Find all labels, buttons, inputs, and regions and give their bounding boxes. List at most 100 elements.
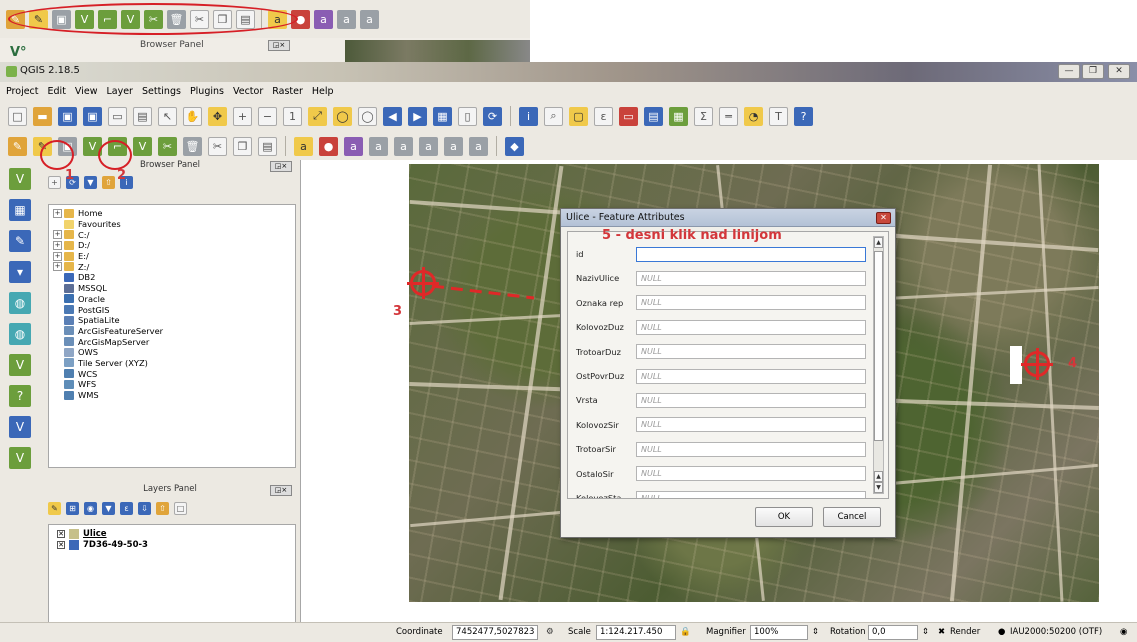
- expression-select-icon[interactable]: ε: [594, 106, 613, 126]
- menu-help[interactable]: Help: [312, 86, 334, 97]
- new-map-view-icon[interactable]: ▦: [433, 106, 452, 126]
- zoom-selection-icon[interactable]: ◯: [333, 106, 352, 126]
- zoom-layer-icon[interactable]: ◯: [358, 106, 377, 126]
- open-project-icon[interactable]: ▬: [33, 106, 52, 126]
- refresh-icon[interactable]: ⟳: [483, 106, 502, 126]
- browser-item[interactable]: OWS: [53, 347, 295, 358]
- browser-item[interactable]: WFS: [53, 379, 295, 390]
- browser-item[interactable]: + Home: [53, 208, 295, 219]
- copy-features-icon[interactable]: ❐: [233, 136, 252, 156]
- cut-features-icon[interactable]: ✂: [208, 136, 227, 156]
- save-project-icon[interactable]: ▣: [58, 106, 77, 126]
- add-selected-icon[interactable]: +: [48, 176, 61, 189]
- diagram-icon[interactable]: ●: [319, 136, 338, 156]
- delete-selected-icon[interactable]: 🗑: [183, 136, 202, 156]
- browser-item[interactable]: PostGIS: [53, 304, 295, 315]
- current-edits-icon[interactable]: ✎: [8, 136, 27, 156]
- coordinate-field[interactable]: 7452477,5027823: [452, 625, 538, 640]
- add-vector-layer-icon[interactable]: V: [9, 168, 31, 190]
- scroll-up-icon[interactable]: ▲: [874, 237, 883, 248]
- select-by-area-icon[interactable]: ▢: [569, 106, 588, 126]
- add-postgis-layer-icon[interactable]: ✎: [9, 230, 31, 252]
- label-abc-icon[interactable]: a: [294, 136, 313, 156]
- browser-item[interactable]: + D:/: [53, 240, 295, 251]
- label-show-icon[interactable]: a: [337, 9, 356, 29]
- rotation-spinbox[interactable]: 0,0: [868, 625, 918, 640]
- layer-visibility-checkbox[interactable]: ✕: [57, 529, 65, 538]
- ok-button[interactable]: OK: [755, 507, 813, 527]
- expand-icon[interactable]: +: [53, 240, 62, 250]
- browser-item[interactable]: Tile Server (XYZ): [53, 358, 295, 369]
- browser-item[interactable]: ArcGisFeatureServer: [53, 326, 295, 337]
- collapse-all-icon[interactable]: ⇧: [156, 502, 169, 515]
- rotation-stepper-icon[interactable]: ⇕: [922, 627, 929, 637]
- remove-layer-icon[interactable]: □: [174, 502, 187, 515]
- label-props-icon[interactable]: a: [469, 136, 488, 156]
- field-input[interactable]: NULL: [636, 441, 866, 457]
- layer-item[interactable]: ✕ 7D36-49-50-3: [57, 539, 295, 550]
- magnifier-spinbox[interactable]: 100%: [750, 625, 808, 640]
- scroll-thumb[interactable]: [874, 251, 883, 441]
- vertex-tool-icon[interactable]: ✂: [158, 136, 177, 156]
- label-move-icon[interactable]: a: [360, 9, 379, 29]
- scale-lock-icon[interactable]: 🔒: [680, 627, 691, 637]
- pan-hand-icon[interactable]: ✋: [183, 106, 202, 126]
- menu-view[interactable]: View: [75, 86, 98, 97]
- visibility-eye-icon[interactable]: ◉: [84, 502, 97, 515]
- scroll-down-icon[interactable]: ▼: [874, 482, 883, 493]
- menu-plugins[interactable]: Plugins: [190, 86, 224, 97]
- expand-icon[interactable]: +: [53, 251, 62, 261]
- map-tips-icon[interactable]: ◔: [744, 106, 763, 126]
- label-change-icon[interactable]: a: [444, 136, 463, 156]
- browser-item[interactable]: MSSQL: [53, 283, 295, 294]
- dialog-close-icon[interactable]: ✕: [876, 212, 891, 224]
- browser-item[interactable]: + C:/: [53, 229, 295, 240]
- menu-project[interactable]: Project: [6, 86, 39, 97]
- expand-icon[interactable]: +: [53, 262, 62, 272]
- add-wfs-layer-icon[interactable]: V: [9, 354, 31, 376]
- new-project-icon[interactable]: □: [8, 106, 27, 126]
- crs-globe-icon[interactable]: ●: [998, 627, 1005, 637]
- browser-item[interactable]: Oracle: [53, 294, 295, 305]
- field-input[interactable]: [636, 246, 866, 262]
- node-tool-icon[interactable]: V: [133, 136, 152, 156]
- select-features-icon[interactable]: ⌕: [544, 106, 563, 126]
- label-pin-icon[interactable]: a: [314, 9, 333, 29]
- browser-item[interactable]: + E:/: [53, 251, 295, 262]
- scale-combo[interactable]: 1:124.217.450: [596, 625, 676, 640]
- browser-panel-close-icon[interactable]: ◲×: [270, 161, 292, 172]
- field-input[interactable]: NULL: [636, 344, 866, 360]
- crs-label[interactable]: IAU2000:50200 (OTF): [1010, 627, 1102, 637]
- cancel-button[interactable]: Cancel: [823, 507, 881, 527]
- filter-legend-icon[interactable]: ▼: [102, 502, 115, 515]
- menu-settings[interactable]: Settings: [142, 86, 181, 97]
- maximize-icon[interactable]: ❐: [1082, 64, 1104, 79]
- filter-icon[interactable]: ▼: [84, 176, 97, 189]
- zoom-native-icon[interactable]: 1: [283, 106, 302, 126]
- panel-close-icon[interactable]: ◲×: [268, 40, 290, 51]
- field-input[interactable]: NULL: [636, 490, 866, 498]
- zoom-last-icon[interactable]: ◀: [383, 106, 402, 126]
- field-input[interactable]: NULL: [636, 392, 866, 408]
- messages-icon[interactable]: ◉: [1120, 627, 1127, 637]
- scroll-up-icon[interactable]: ▲: [874, 471, 883, 482]
- new-shapefile-icon[interactable]: V: [9, 447, 31, 469]
- zoom-in-icon[interactable]: +: [233, 106, 252, 126]
- new-print-composer-icon[interactable]: ▭: [108, 106, 127, 126]
- label-rotate-icon[interactable]: a: [419, 136, 438, 156]
- add-raster-layer-icon[interactable]: ▦: [9, 199, 31, 221]
- save-as-icon[interactable]: ▣: [83, 106, 102, 126]
- browser-item[interactable]: WMS: [53, 390, 295, 401]
- bookmark-icon[interactable]: ▯: [458, 106, 477, 126]
- add-wcs-layer-icon[interactable]: ◍: [9, 323, 31, 345]
- statistics-sigma-icon[interactable]: Σ: [694, 106, 713, 126]
- identify-icon[interactable]: i: [519, 106, 538, 126]
- field-input[interactable]: NULL: [636, 368, 866, 384]
- menu-vector[interactable]: Vector: [233, 86, 263, 97]
- field-input[interactable]: NULL: [636, 319, 866, 335]
- help-icon[interactable]: ?: [794, 106, 813, 126]
- expand-icon[interactable]: +: [53, 208, 62, 218]
- menu-layer[interactable]: Layer: [106, 86, 133, 97]
- field-calculator-icon[interactable]: ▦: [669, 106, 688, 126]
- composer-manager-icon[interactable]: ▤: [133, 106, 152, 126]
